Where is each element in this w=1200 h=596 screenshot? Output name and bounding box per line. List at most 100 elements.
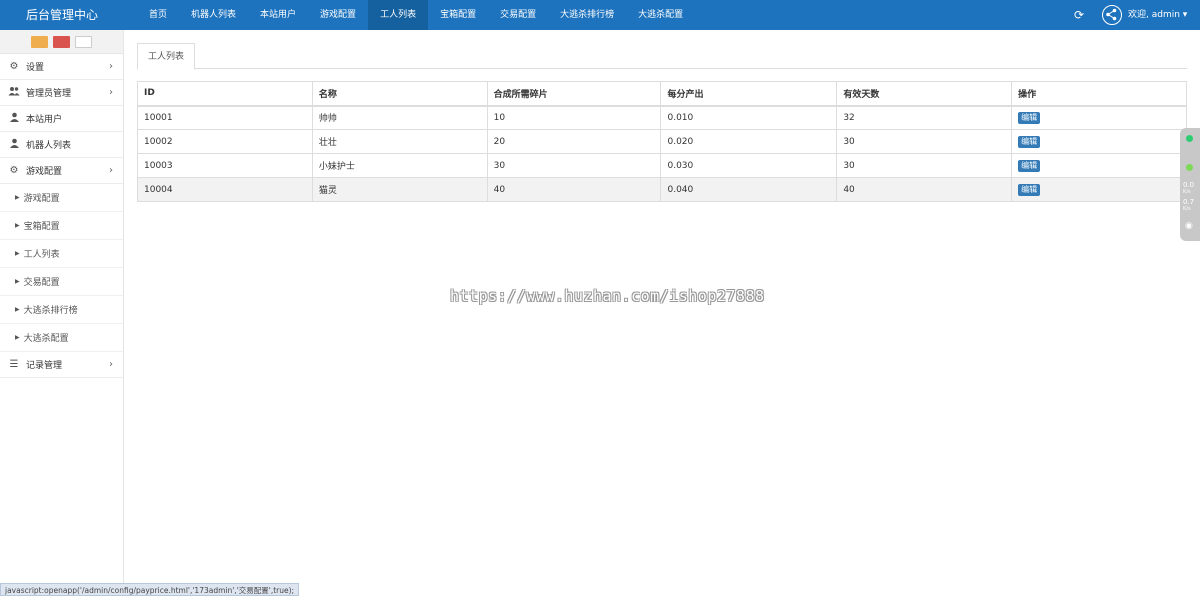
submenu-item-trade-config[interactable]: ▶ 交易配置 <box>0 268 123 296</box>
table-row: 10004 猫灵 40 0.040 40 编辑 <box>137 177 1187 202</box>
cell-name: 帅帅 <box>311 105 488 130</box>
share-icon[interactable] <box>1102 5 1122 25</box>
column-header-valid-days: 有效天数 <box>836 81 1013 107</box>
status-bar-url: javascript:openapp('/admin/config/paypri… <box>0 583 300 596</box>
speed-unit: K/s <box>1183 189 1191 195</box>
submenu-item-game-config[interactable]: ▶ 游戏配置 <box>0 184 123 212</box>
nav-chest-config[interactable]: 宝箱配置 <box>428 0 488 30</box>
nav-worker-list[interactable]: 工人列表 <box>368 0 429 30</box>
nav-home[interactable]: 首页 <box>137 0 179 30</box>
top-navbar: 后台管理中心 首页 机器人列表 本站用户 游戏配置 工人列表 宝箱配置 交易配置… <box>0 0 1200 30</box>
cell-fragments: 30 <box>486 153 662 178</box>
cell-fragments: 40 <box>486 177 662 202</box>
nav-battle-ranking[interactable]: 大逃杀排行榜 <box>548 0 626 30</box>
chevron-right-icon: › <box>109 61 113 72</box>
submenu-item-worker-list[interactable]: ▶ 工人列表 <box>0 240 123 268</box>
sidebar-item-label: 游戏配置 <box>26 167 63 177</box>
cell-id: 10001 <box>137 105 313 130</box>
column-header-actions: 操作 <box>1011 81 1187 107</box>
cell-days: 40 <box>836 177 1013 202</box>
sidebar-item-admin-management[interactable]: 管理员管理 › <box>0 80 123 106</box>
brand-title[interactable]: 后台管理中心 <box>0 0 124 30</box>
nav-battle-config[interactable]: 大逃杀配置 <box>626 0 695 30</box>
edit-button[interactable]: 编辑 <box>1018 135 1041 148</box>
caret-right-icon: ▶ <box>15 250 20 257</box>
cell-output: 0.010 <box>660 105 838 130</box>
nav-trade-config[interactable]: 交易配置 <box>488 0 548 30</box>
cell-name: 小妹护士 <box>311 153 488 178</box>
shortcut-bar <box>0 30 123 54</box>
submenu-label: 大逃杀配置 <box>23 334 69 344</box>
column-header-fragments: 合成所需碎片 <box>486 81 662 107</box>
submenu-label: 宝箱配置 <box>23 222 60 232</box>
caret-right-icon: ▶ <box>15 306 20 313</box>
status-dot-icon <box>1186 135 1193 142</box>
home-shortcut-button[interactable] <box>31 35 48 48</box>
sidebar-item-game-config[interactable]: ⚙ 游戏配置 › <box>0 158 123 184</box>
cell-output: 0.040 <box>660 177 838 202</box>
users-icon <box>7 86 21 99</box>
nav-game-config[interactable]: 游戏配置 <box>308 0 368 30</box>
cell-fragments: 10 <box>486 105 662 130</box>
submenu-item-battle-config[interactable]: ▶ 大逃杀配置 <box>0 324 123 352</box>
network-speed-widget[interactable]: 0.0 K/s 0.7 K/s ◉ <box>1180 128 1200 241</box>
cell-actions: 编辑 <box>1011 105 1187 130</box>
edit-button[interactable]: 编辑 <box>1018 183 1041 196</box>
cell-days: 30 <box>836 153 1013 178</box>
submenu-label: 交易配置 <box>23 278 60 288</box>
cell-output: 0.020 <box>660 129 838 154</box>
caret-right-icon: ▶ <box>15 222 20 229</box>
column-header-output-per-minute: 每分产出 <box>660 81 838 107</box>
table-row: 10002 壮壮 20 0.020 30 编辑 <box>137 129 1187 154</box>
nav-robot-list[interactable]: 机器人列表 <box>179 0 248 30</box>
chevron-right-icon: › <box>109 165 113 176</box>
cell-id: 10003 <box>137 153 313 178</box>
sidebar-item-settings[interactable]: ⚙ 设置 › <box>0 54 123 80</box>
sidebar-item-label: 记录管理 <box>26 361 63 371</box>
user-menu[interactable]: 欢迎, admin ▾ <box>1128 0 1187 30</box>
submenu-item-battle-ranking[interactable]: ▶ 大逃杀排行榜 <box>0 296 123 324</box>
cell-actions: 编辑 <box>1011 129 1187 154</box>
camera-icon[interactable]: ◉ <box>1185 222 1193 231</box>
chevron-right-icon: › <box>109 87 113 98</box>
sidebar-item-label: 设置 <box>26 63 45 73</box>
refresh-icon[interactable]: ⟳ <box>1072 8 1086 22</box>
caret-right-icon: ▶ <box>15 278 20 285</box>
cell-id: 10004 <box>137 177 313 202</box>
submenu-label: 工人列表 <box>23 250 60 260</box>
user-icon <box>7 138 21 151</box>
edit-button[interactable]: 编辑 <box>1018 111 1041 124</box>
cell-actions: 编辑 <box>1011 153 1187 178</box>
submenu-item-chest-config[interactable]: ▶ 宝箱配置 <box>0 212 123 240</box>
sidebar-item-robot-list[interactable]: 机器人列表 <box>0 132 123 158</box>
delete-shortcut-button[interactable] <box>53 35 70 48</box>
edit-button[interactable]: 编辑 <box>1018 159 1041 172</box>
cell-name: 猫灵 <box>311 177 488 202</box>
speed-unit: K/s <box>1183 206 1191 212</box>
list-icon: ☰ <box>9 359 19 370</box>
gears-icon: ⚙ <box>9 165 19 176</box>
list-shortcut-button[interactable] <box>75 35 92 48</box>
status-dot-icon <box>1186 164 1193 171</box>
column-header-name: 名称 <box>311 81 488 107</box>
nav-site-users[interactable]: 本站用户 <box>248 0 308 30</box>
gears-icon: ⚙ <box>9 61 19 72</box>
table-header-row: ID 名称 合成所需碎片 每分产出 有效天数 操作 <box>137 81 1187 107</box>
chevron-right-icon: › <box>109 359 113 370</box>
table-row: 10001 帅帅 10 0.010 32 编辑 <box>137 105 1187 130</box>
table-row: 10003 小妹护士 30 0.030 30 编辑 <box>137 153 1187 178</box>
cell-fragments: 20 <box>486 129 662 154</box>
sidebar-item-label: 本站用户 <box>26 115 63 125</box>
cell-days: 30 <box>836 129 1013 154</box>
tab-worker-list[interactable]: 工人列表 <box>137 43 196 70</box>
user-icon <box>7 112 21 125</box>
column-header-id: ID <box>137 81 313 107</box>
caret-right-icon: ▶ <box>15 194 20 201</box>
caret-right-icon: ▶ <box>15 334 20 341</box>
tab-bar: 工人列表 <box>137 41 1187 70</box>
sidebar-item-site-users[interactable]: 本站用户 <box>0 106 123 132</box>
sidebar-item-records[interactable]: ☰ 记录管理 › <box>0 352 123 378</box>
cell-actions: 编辑 <box>1011 177 1187 202</box>
sidebar: ⚙ 设置 › 管理员管理 › 本站用户 机器人列表 ⚙ 游戏配置 › ▶ 游戏配置… <box>0 30 124 596</box>
sidebar-item-label: 管理员管理 <box>26 89 72 99</box>
